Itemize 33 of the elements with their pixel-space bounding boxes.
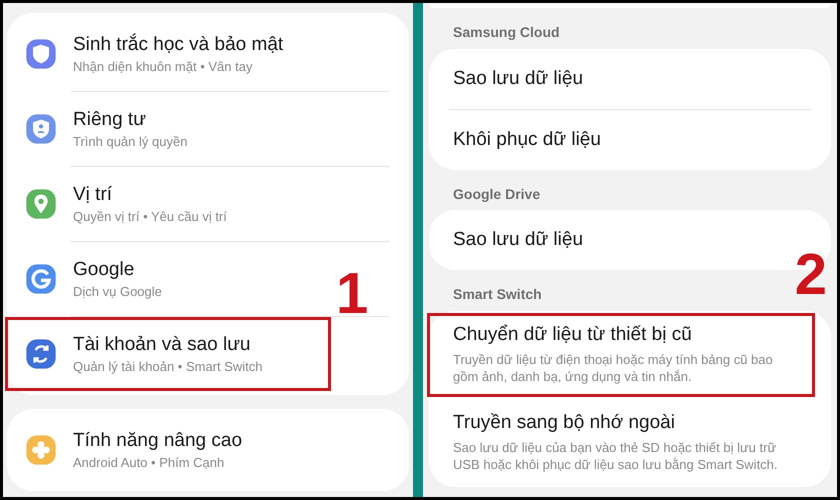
settings-item[interactable]: Vị trí Quyền vị trí • Yêu cầu vị trí	[7, 167, 329, 241]
settings-item[interactable]: Tính năng nâng cao Android Auto • Phím Cạnh	[7, 413, 329, 487]
item-title: Vị trí	[73, 182, 114, 206]
section-header: Smart Switch	[453, 286, 542, 304]
settings-item[interactable]: Sinh trắc học và bảo mật Nhận diện khuôn mặt • Vân tay	[7, 17, 329, 91]
item-subtitle: Quyền vị trí • Yêu cầu vị trí	[73, 209, 227, 226]
item-title: Tính năng nâng cao	[73, 428, 242, 452]
item-title: Google	[73, 258, 136, 282]
step-number: 1	[336, 265, 368, 323]
item-subtitle: Nhận diện khuôn mặt • Vân tay	[73, 59, 254, 76]
item-subtitle: Dịch vụ Google	[73, 284, 162, 300]
item-subtitle: Trình quản lý quyền	[73, 134, 188, 150]
item-subtitle: Sao lưu dữ liệu của bạn vào thẻ SD hoặc thiết bị lưu trữ USB hoặc khôi phục dữ liệu sao lưu bằng Smart Switch.	[453, 438, 779, 474]
settings-item[interactable]: Sao lưu dữ liệu	[429, 48, 831, 108]
item-subtitle: Android Auto • Phím Cạnh	[73, 455, 226, 472]
settings-item[interactable]: Riêng tư Trình quản lý quyền	[7, 92, 329, 166]
settings-item[interactable]: Tài khoản và sao lưu Quản lý tài khoản • Smart Switch	[7, 317, 329, 391]
item-subtitle: Quản lý tài khoản • Smart Switch	[73, 359, 263, 376]
item-title: Sao lưu dữ liệu	[453, 66, 584, 90]
item-title: Riêng tư	[73, 108, 147, 132]
settings-item[interactable]: Chuyển dữ liệu từ thiết bị cũ Truyền dữ liệu từ điện thoại hoặc máy tính bảng cũ bao gồm ảnh, danh bạ, ứng dụng và tin nhắn.	[429, 310, 831, 398]
item-title: Sinh trắc học và bảo mật	[73, 32, 284, 56]
item-title: Tài khoản và sao lưu	[73, 332, 252, 356]
settings-item[interactable]: Google Dịch vụ Google	[7, 242, 329, 316]
item-title: Sao lưu dữ liệu	[453, 228, 584, 252]
section-header: Samsung Cloud	[453, 24, 560, 42]
item-title: Khôi phục dữ liệu	[453, 128, 602, 152]
item-title: Truyền sang bộ nhớ ngoài	[453, 410, 676, 434]
section-header: Google Drive	[453, 186, 540, 203]
settings-item[interactable]: Truyền sang bộ nhớ ngoài Sao lưu dữ liệu của bạn vào thẻ SD hoặc thiết bị lưu trữ USB hoặc khôi phục dữ liệu sao lưu bằng Smart Switch.	[429, 398, 831, 486]
item-title: Chuyển dữ liệu từ thiết bị cũ	[453, 322, 693, 346]
settings-item[interactable]: Khôi phục dữ liệu	[429, 110, 831, 170]
item-subtitle: Truyền dữ liệu từ điện thoại hoặc máy tính bảng cũ bao gồm ảnh, danh bạ, ứng dụng và tin nhắn.	[453, 350, 774, 386]
